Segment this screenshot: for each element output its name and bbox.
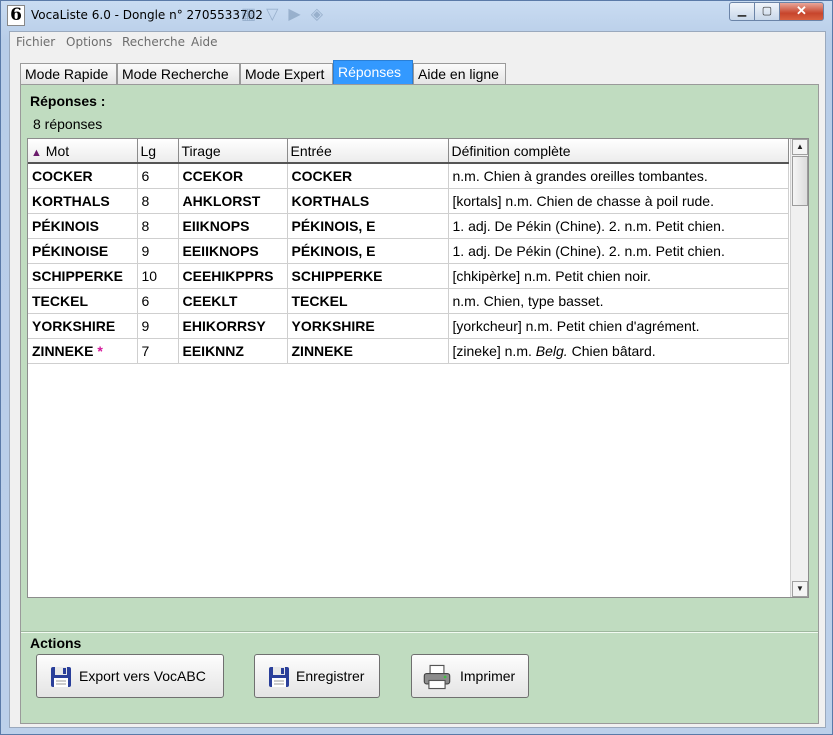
scroll-down-icon[interactable]: ▼ <box>792 581 808 597</box>
cell-lg: 8 <box>137 188 179 214</box>
scroll-up-icon[interactable]: ▲ <box>792 139 808 155</box>
menu-options[interactable]: Options <box>66 35 112 49</box>
cell-entree: COCKER <box>287 163 449 189</box>
reponses-group-title: Réponses : <box>30 93 106 109</box>
export-vocabc-button[interactable]: Export vers VocABC <box>36 654 224 698</box>
cell-mot: PÉKINOISE <box>28 238 138 264</box>
column-header-tirage[interactable]: Tirage <box>178 139 288 164</box>
table-row[interactable]: PÉKINOIS 8 EIIKNOPS PÉKINOIS, E 1. adj. … <box>28 213 789 239</box>
cell-tirage: EIIKNOPS <box>178 213 288 239</box>
floppy-disk-icon <box>269 667 289 687</box>
column-header-entree[interactable]: Entrée <box>287 139 449 164</box>
cell-tirage: EHIKORRSY <box>178 313 288 339</box>
imprimer-label: Imprimer <box>460 668 516 684</box>
actions-divider <box>21 631 818 633</box>
cell-entree: YORKSHIRE <box>287 313 449 339</box>
cell-tirage: CEEKLT <box>178 288 288 314</box>
cell-definition: [yorkcheur] n.m. Petit chien d'agrément. <box>448 313 789 339</box>
cell-lg: 8 <box>137 213 179 239</box>
cell-tirage: CCEKOR <box>178 163 288 189</box>
maximize-button[interactable]: ▢ <box>754 2 780 21</box>
marker-star: * <box>97 342 103 359</box>
cell-mot: SCHIPPERKE <box>28 263 138 289</box>
application-window: 6 VocaListe 6.0 - Dongle n° 2705533702 ▦… <box>0 0 833 735</box>
tab-mode-expert[interactable]: Mode Expert <box>240 63 333 85</box>
tab-mode-recherche[interactable]: Mode Recherche <box>117 63 240 85</box>
actions-group-title: Actions <box>30 635 82 651</box>
results-grid[interactable]: ▲ Mot Lg Tirage Entrée Définition complè… <box>27 138 809 598</box>
printer-icon <box>423 664 451 690</box>
cell-entree: PÉKINOIS, E <box>287 238 449 264</box>
column-header-lg[interactable]: Lg <box>137 139 179 164</box>
tab-mode-rapide[interactable]: Mode Rapide <box>20 63 117 85</box>
cell-definition: 1. adj. De Pékin (Chine). 2. n.m. Petit … <box>448 213 789 239</box>
result-count: 8 réponses <box>33 116 103 132</box>
minimize-button[interactable]: ▁ <box>729 2 755 21</box>
table-row[interactable]: KORTHALS 8 AHKLORST KORTHALS [kortals] n… <box>28 188 789 214</box>
reponses-panel: Réponses : 8 réponses ▲ Mot Lg Tirage En… <box>20 84 819 724</box>
title-bar[interactable]: 6 VocaListe 6.0 - Dongle n° 2705533702 ▦… <box>1 1 832 31</box>
cell-entree: PÉKINOIS, E <box>287 213 449 239</box>
vertical-scrollbar[interactable]: ▲ ▼ <box>790 139 808 597</box>
table-row[interactable]: PÉKINOISE 9 EEIIKNOPS PÉKINOIS, E 1. adj… <box>28 238 789 264</box>
table-row[interactable]: COCKER 6 CCEKOR COCKER n.m. Chien à gran… <box>28 163 789 189</box>
cell-lg: 7 <box>137 338 179 364</box>
menu-fichier[interactable]: Fichier <box>16 35 55 49</box>
table-row[interactable]: YORKSHIRE 9 EHIKORRSY YORKSHIRE [yorkche… <box>28 313 789 339</box>
cell-definition: n.m. Chien à grandes oreilles tombantes. <box>448 163 789 189</box>
cell-lg: 9 <box>137 313 179 339</box>
column-header-definition[interactable]: Définition complète <box>448 139 789 164</box>
cell-lg: 9 <box>137 238 179 264</box>
table-row[interactable]: ZINNEKE * 7 EEIKNNZ ZINNEKE [zineke] n.m… <box>28 338 789 364</box>
cell-tirage: CEEHIKPPRS <box>178 263 288 289</box>
cell-definition: [zineke] n.m. Belg. Chien bâtard. <box>448 338 789 364</box>
cell-tirage: EEIIKNOPS <box>178 238 288 264</box>
faded-toolbar-icons: ▦▽▶◈ <box>241 6 334 23</box>
cell-mot: PÉKINOIS <box>28 213 138 239</box>
cell-tirage: EEIKNNZ <box>178 338 288 364</box>
enregistrer-label: Enregistrer <box>296 668 365 684</box>
floppy-disk-icon <box>51 667 71 687</box>
cell-mot: YORKSHIRE <box>28 313 138 339</box>
results-table: ▲ Mot Lg Tirage Entrée Définition complè… <box>28 139 789 364</box>
menu-aide[interactable]: Aide <box>191 35 218 49</box>
tab-aide-en-ligne[interactable]: Aide en ligne <box>413 63 506 85</box>
tab-reponses[interactable]: Réponses <box>333 60 413 85</box>
client-area: Fichier Options Recherche Aide Mode Rapi… <box>9 31 826 728</box>
cell-definition: [kortals] n.m. Chien de chasse à poil ru… <box>448 188 789 214</box>
cell-mot: KORTHALS <box>28 188 138 214</box>
export-vocabc-label: Export vers VocABC <box>79 668 206 684</box>
close-button[interactable]: ✕ <box>779 2 824 21</box>
cell-entree: KORTHALS <box>287 188 449 214</box>
table-row[interactable]: SCHIPPERKE 10 CEEHIKPPRS SCHIPPERKE [chk… <box>28 263 789 289</box>
column-header-mot[interactable]: ▲ Mot <box>28 139 138 164</box>
window-title: VocaListe 6.0 - Dongle n° 2705533702 <box>31 8 263 22</box>
cell-entree: SCHIPPERKE <box>287 263 449 289</box>
imprimer-button[interactable]: Imprimer <box>411 654 529 698</box>
cell-definition: [chkipèrke] n.m. Petit chien noir. <box>448 263 789 289</box>
cell-lg: 6 <box>137 163 179 189</box>
cell-lg: 10 <box>137 263 179 289</box>
app-icon[interactable]: 6 <box>7 5 25 26</box>
cell-lg: 6 <box>137 288 179 314</box>
menu-bar: Fichier Options Recherche Aide <box>10 32 825 52</box>
menu-recherche[interactable]: Recherche <box>122 35 185 49</box>
cell-definition: n.m. Chien, type basset. <box>448 288 789 314</box>
cell-entree: TECKEL <box>287 288 449 314</box>
cell-entree: ZINNEKE <box>287 338 449 364</box>
header-row: ▲ Mot Lg Tirage Entrée Définition complè… <box>28 139 789 164</box>
cell-mot: COCKER <box>28 163 138 189</box>
cell-tirage: AHKLORST <box>178 188 288 214</box>
sort-ascending-icon: ▲ <box>31 146 42 159</box>
scroll-thumb[interactable] <box>792 156 808 206</box>
table-row[interactable]: TECKEL 6 CEEKLT TECKEL n.m. Chien, type … <box>28 288 789 314</box>
cell-mot: TECKEL <box>28 288 138 314</box>
enregistrer-button[interactable]: Enregistrer <box>254 654 380 698</box>
cell-definition: 1. adj. De Pékin (Chine). 2. n.m. Petit … <box>448 238 789 264</box>
cell-mot: ZINNEKE * <box>28 338 138 364</box>
